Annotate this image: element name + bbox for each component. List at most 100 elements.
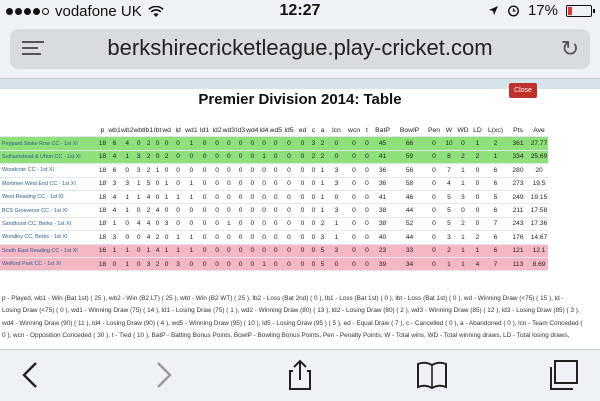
- table-cell: 0: [269, 203, 282, 218]
- table-cell: 0: [246, 163, 259, 178]
- table-cell: 1: [108, 244, 121, 258]
- table-cell: 0: [246, 230, 259, 245]
- table-cell: 0: [346, 136, 362, 151]
- team-link[interactable]: BCS Grosvenor CC - 1st XI: [0, 203, 97, 218]
- team-link[interactable]: Mortimer West End CC - 1st XI: [0, 177, 97, 191]
- table-cell: 0: [309, 177, 318, 191]
- table-cell: 0: [296, 203, 309, 218]
- table-cell: 18: [97, 217, 108, 232]
- table-cell: 0: [133, 230, 145, 245]
- table-cell: 5: [442, 203, 456, 218]
- legend-line: 0 ), wcn - Opposition Conceded ( 30 ), t…: [2, 332, 570, 340]
- table-cell: 0: [246, 203, 259, 218]
- share-icon[interactable]: [282, 358, 318, 392]
- team-link[interactable]: Woodley CC, Berks - 1st XI: [0, 230, 97, 245]
- table-cell: 66: [393, 136, 426, 151]
- url-field[interactable]: berkshirecricketleague.play-cricket.com …: [10, 29, 590, 69]
- table-cell: 0: [222, 136, 236, 151]
- table-cell: 0: [282, 230, 296, 245]
- table-cell: 0: [197, 244, 212, 258]
- table-cell: 0: [426, 230, 442, 245]
- table-cell: 0: [246, 136, 259, 151]
- table-cell: 19.15: [530, 190, 548, 205]
- table-row: Peppard Stoke Row CC - 1st XI 18 6 4 0 2 0 0 0 1 0…: [0, 136, 548, 151]
- table-cell: 3: [442, 230, 456, 245]
- table-cell: 4: [144, 230, 154, 245]
- table-cell: 7: [485, 217, 506, 232]
- reload-icon[interactable]: ↻: [558, 37, 582, 61]
- table-cell: 2: [470, 230, 485, 245]
- battery-percent: 17%: [527, 2, 558, 19]
- table-cell: 0: [185, 203, 198, 218]
- table-cell: 3: [327, 177, 346, 191]
- table-cell: 0: [162, 257, 172, 272]
- table-cell: 0: [258, 244, 270, 258]
- table-cell: 0: [327, 150, 346, 165]
- table-cell: 0: [296, 177, 309, 191]
- table-cell: 0: [346, 163, 362, 178]
- table-legend: p - Played, wb1 - Win (Bat 1st) ( 25 ), …: [0, 293, 598, 343]
- table-cell: 0: [470, 190, 485, 205]
- table-cell: 3: [318, 230, 327, 245]
- close-button[interactable]: Close: [509, 83, 537, 98]
- table-cell: 1: [108, 217, 121, 232]
- team-link[interactable]: Sandhurst CC, Berks - 1st XI: [0, 217, 97, 232]
- table-cell: 0: [222, 150, 236, 165]
- team-link[interactable]: Sulhamstead & Ufton CC - 1st XI: [0, 150, 97, 165]
- table-cell: 0: [362, 190, 372, 205]
- table-cell: 0: [309, 203, 318, 218]
- team-link[interactable]: Peppard Stoke Row CC - 1st XI: [0, 136, 97, 151]
- table-cell: 0: [346, 203, 362, 218]
- table-cell: 2: [318, 217, 327, 232]
- table-cell: 0: [282, 190, 296, 205]
- table-cell: 2: [309, 150, 318, 165]
- table-cell: 44: [393, 203, 426, 218]
- table-cell: 1: [185, 230, 198, 245]
- table-cell: 16: [97, 244, 108, 258]
- table-cell: 4: [470, 257, 485, 272]
- table-cell: 0: [222, 244, 236, 258]
- team-link[interactable]: Welford Park CC - 1st XI: [0, 257, 97, 272]
- table-cell: 0: [171, 163, 186, 178]
- table-cell: 1: [485, 150, 506, 165]
- table-cell: 0: [258, 163, 270, 178]
- table-cell: 1: [171, 190, 186, 205]
- table-cell: 0: [327, 257, 346, 272]
- table-cell: 8.69: [530, 257, 548, 272]
- table-cell: 0: [246, 257, 259, 272]
- table-cell: 113: [506, 257, 530, 272]
- back-icon[interactable]: [14, 358, 50, 392]
- table-cell: 3: [327, 163, 346, 178]
- table-cell: 0: [197, 190, 212, 205]
- table-row: Sulhamstead & Ufton CC - 1st XI 18 4 1 3 2 0 2 0…: [0, 150, 548, 165]
- table-cell: 1: [318, 203, 327, 218]
- table-cell: 20: [530, 163, 548, 178]
- forward-icon[interactable]: [144, 358, 180, 392]
- table-cell: 0: [362, 257, 372, 272]
- table-cell: 0: [362, 203, 372, 218]
- table-cell: 18: [97, 190, 108, 205]
- table-cell: 3: [108, 177, 121, 191]
- bookmarks-icon[interactable]: [414, 358, 450, 392]
- table-cell: 0: [162, 163, 172, 178]
- team-link[interactable]: West Reading CC - 1st XI: [0, 190, 97, 205]
- table-cell: 211: [506, 203, 530, 218]
- table-cell: 0: [197, 203, 212, 218]
- table-cell: 0: [346, 217, 362, 232]
- team-link[interactable]: South East Reading CC - 1st XI: [0, 244, 97, 258]
- tabs-icon[interactable]: [546, 358, 582, 392]
- table-cell: 0: [296, 257, 309, 272]
- column-header: ld5: [282, 124, 296, 138]
- table-cell: 2: [456, 217, 470, 232]
- table-cell: 0: [309, 257, 318, 272]
- team-link[interactable]: Woodcote CC - 1st XI: [0, 163, 97, 178]
- url-text[interactable]: berkshirecricketleague.play-cricket.com: [10, 35, 590, 61]
- table-cell: 0: [470, 203, 485, 218]
- table-cell: 41: [372, 150, 393, 165]
- column-header: Pen: [426, 124, 442, 138]
- table-cell: 0: [171, 150, 186, 165]
- table-cell: 1: [185, 177, 198, 191]
- table-cell: 1: [133, 190, 145, 205]
- table-cell: 0: [153, 190, 163, 205]
- table-cell: 0: [197, 177, 212, 191]
